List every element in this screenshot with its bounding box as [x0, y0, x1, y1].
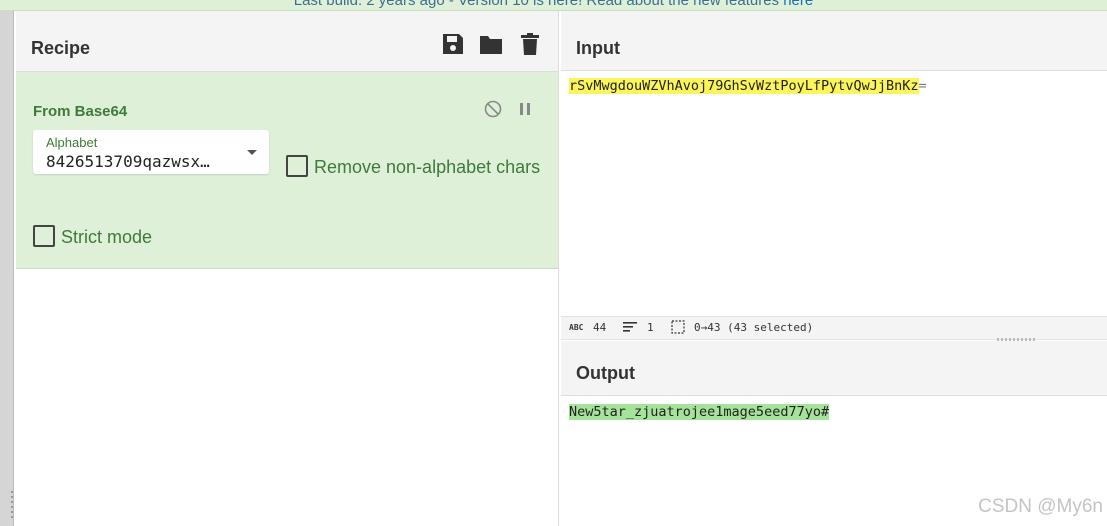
input-selected-text: rSvMwgdouWZVhAvoj79GhSvWztPoyLfPytvQwJjB… — [569, 78, 919, 94]
strict-mode-label: Strict mode — [61, 227, 153, 247]
info-banner: Last build: 2 years ago - Version 10 is … — [0, 0, 1107, 11]
operation-from-base64[interactable]: From Base64 Alphabet 8426513709qazwsx… R… — [16, 72, 558, 269]
alphabet-select[interactable]: Alphabet 8426513709qazwsx… — [33, 130, 269, 174]
output-title: Output — [576, 363, 635, 383]
char-count: 44 — [593, 321, 607, 334]
line-count: 1 — [647, 321, 654, 334]
selection-icon — [671, 320, 685, 337]
alphabet-value: 8426513709qazwsx… — [46, 152, 210, 171]
input-title: Input — [576, 38, 620, 58]
output-header: Output — [561, 341, 1107, 396]
save-icon[interactable] — [441, 32, 465, 56]
operations-pane-edge[interactable] — [0, 11, 14, 526]
trash-icon[interactable] — [518, 32, 542, 56]
input-textarea[interactable]: rSvMwgdouWZVhAvoj79GhSvWztPoyLfPytvQwJjB… — [561, 71, 1107, 315]
output-text: New5tar_zjuatrojee1mage5eed77yo# — [569, 404, 830, 420]
chevron-down-icon[interactable] — [247, 150, 257, 155]
banner-text: Last build: 2 years ago - Version 10 is … — [293, 0, 784, 9]
remove-non-alphabet-checkbox[interactable] — [286, 155, 308, 177]
char-count-icon: ABC — [569, 323, 584, 332]
input-header: Input — [561, 11, 1107, 71]
output-highlighted-text: New5tar_zjuatrojee1mage5eed77yo# — [569, 404, 830, 420]
disable-icon[interactable] — [484, 100, 502, 118]
recipe-pane: Recipe From Base64 Alphabet 8426513709qa… — [16, 11, 559, 526]
pause-icon[interactable] — [516, 100, 534, 118]
io-column: Input rSvMwgdouWZVhAvoj79GhSvWztPoyLfPyt… — [561, 11, 1107, 526]
remove-non-alphabet-label: Remove non-alphabet chars — [314, 157, 541, 177]
folder-icon[interactable] — [479, 32, 503, 56]
banner-link[interactable]: here — [783, 0, 813, 9]
resize-grip[interactable] — [11, 491, 13, 521]
line-count-icon — [623, 321, 637, 336]
selection-range: 0→43 (43 selected) — [694, 321, 814, 334]
input-text: rSvMwgdouWZVhAvoj79GhSvWztPoyLfPytvQwJjB… — [569, 78, 927, 94]
input-trailing-text: = — [918, 78, 927, 94]
input-status-bar: ABC 44 1 0→43 (43 selected) — [561, 316, 1107, 340]
recipe-header: Recipe — [16, 11, 558, 72]
watermark: CSDN @My6n — [978, 496, 1103, 517]
alphabet-label: Alphabet — [46, 135, 98, 150]
operation-title: From Base64 — [33, 103, 128, 120]
strict-mode-checkbox[interactable] — [33, 225, 55, 247]
recipe-title: Recipe — [31, 38, 91, 58]
